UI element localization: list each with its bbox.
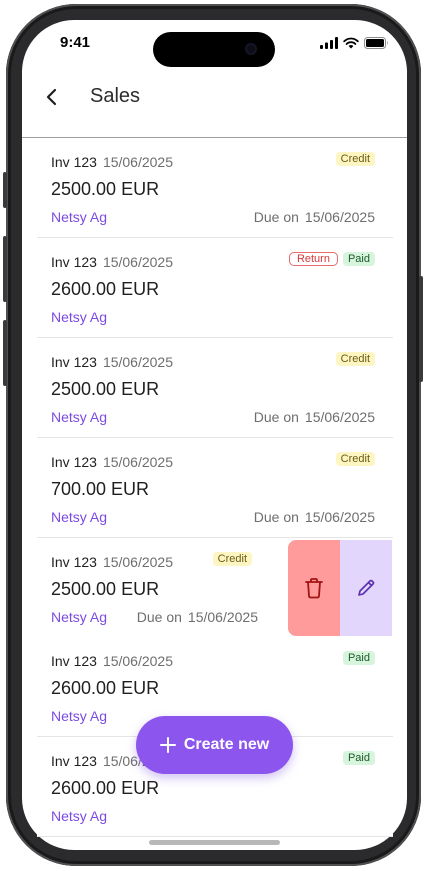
invoice-row-content[interactable]: Inv 123 15/06/2025 Credit 2500.00 EUR Netsy … — [37, 338, 393, 437]
due-label: Due on — [253, 209, 299, 225]
invoice-row-swiped[interactable]: Inv 123 15/06/2025 Credit 2500.00 EUR Netsy … — [37, 538, 393, 638]
invoice-date: 15/06/2025 — [102, 554, 174, 570]
action-button — [3, 172, 7, 208]
invoice-amount: 2600.00 EUR — [51, 778, 160, 798]
due-date: 15/06/2025 — [187, 609, 258, 625]
edit-button[interactable] — [340, 540, 392, 636]
company-name: Netsy Ag — [51, 509, 108, 525]
invoice-row[interactable]: Inv 123 15/06/2025 Credit 2500.00 EUR Netsy … — [37, 138, 393, 238]
invoice-header: Inv 123 15/06/2025 — [51, 454, 173, 470]
invoice-amount: 2600.00 EUR — [51, 678, 160, 698]
status-badges: Paid — [342, 751, 375, 765]
status-badges: Paid — [342, 651, 375, 665]
invoice-amount: 700.00 EUR — [51, 479, 150, 499]
battery-icon — [364, 37, 388, 49]
invoice-row-content[interactable]: Inv 123 15/06/2025 Credit 2500.00 EUR Netsy … — [37, 538, 288, 637]
credit-badge: Credit — [335, 152, 375, 166]
status-badges: Credit — [335, 152, 375, 166]
company-name: Netsy Ag — [51, 708, 108, 724]
due-info: Due on 15/06/2025 — [137, 609, 258, 625]
invoice-header: Inv 123 15/06/2025 — [51, 554, 173, 570]
due-label: Due on — [253, 509, 299, 525]
invoice-date: 15/06/2025 — [102, 154, 174, 170]
company-name: Netsy Ag — [51, 409, 108, 425]
page-title: Sales — [90, 85, 141, 107]
dynamic-island — [153, 32, 275, 67]
invoice-row-content[interactable]: Inv 123 15/06/2025 Credit 2500.00 EUR Netsy … — [37, 138, 393, 237]
invoice-number: Inv 123 — [51, 753, 97, 769]
create-new-label: Create new — [183, 736, 270, 753]
invoice-number: Inv 123 — [51, 653, 97, 669]
status-time: 9:41 — [60, 34, 91, 51]
invoice-number: Inv 123 — [51, 454, 97, 470]
status-badges: Credit — [335, 452, 375, 466]
invoice-number: Inv 123 — [51, 254, 97, 270]
invoice-date: 15/06/2025 — [102, 454, 174, 470]
return-badge: Return — [288, 252, 338, 266]
invoice-row[interactable]: Inv 123 15/06/2025 Credit 2500.00 EUR Netsy … — [37, 338, 393, 438]
signal-icon — [320, 37, 338, 49]
invoice-number: Inv 123 — [51, 554, 97, 570]
create-new-button[interactable]: Create new — [136, 716, 293, 774]
invoice-header: Inv 123 15/06/2025 — [51, 653, 173, 669]
invoice-header: Inv 123 15/06/2025 — [51, 154, 173, 170]
delete-button[interactable] — [288, 540, 340, 636]
paid-badge: Paid — [342, 252, 375, 266]
company-name: Netsy Ag — [51, 309, 108, 325]
status-badges: Return Paid — [288, 252, 375, 266]
invoice-amount: 2600.00 EUR — [51, 279, 160, 299]
company-name: Netsy Ag — [51, 808, 108, 824]
invoice-date: 15/06/2025 — [102, 354, 174, 370]
due-info: Due on 15/06/2025 — [254, 409, 375, 425]
due-date: 15/06/2025 — [304, 209, 375, 225]
invoice-number: Inv 123 — [51, 154, 97, 170]
due-date: 15/06/2025 — [304, 409, 375, 425]
due-date: 15/06/2025 — [304, 509, 375, 525]
status-badges: Credit — [335, 352, 375, 366]
camera-icon — [245, 43, 257, 55]
power-button — [419, 276, 423, 382]
plus-icon — [159, 737, 176, 753]
pencil-icon — [358, 579, 375, 596]
paid-badge: Paid — [342, 751, 375, 765]
invoice-amount: 2500.00 EUR — [51, 379, 160, 399]
credit-badge: Credit — [335, 452, 375, 466]
status-icons — [320, 36, 389, 50]
invoice-amount: 2500.00 EUR — [51, 179, 160, 199]
invoice-number: Inv 123 — [51, 354, 97, 370]
credit-badge: Credit — [335, 352, 375, 366]
invoice-header: Inv 123 15/06/2025 — [51, 254, 173, 270]
due-info: Due on 15/06/2025 — [254, 209, 375, 225]
wifi-icon — [343, 37, 359, 49]
company-name: Netsy Ag — [51, 609, 108, 625]
invoice-date: 15/06/2025 — [102, 653, 174, 669]
credit-badge: Credit — [212, 552, 252, 566]
status-badges: Credit — [212, 552, 252, 566]
invoice-amount: 2500.00 EUR — [51, 579, 160, 599]
paid-badge: Paid — [342, 651, 375, 665]
invoice-row[interactable]: Inv 123 15/06/2025 Return Paid 2600.00 EUR Ne… — [37, 238, 393, 338]
volume-down-button — [3, 320, 7, 386]
invoice-row-content[interactable]: Inv 123 15/06/2025 Credit 700.00 EUR Netsy A… — [37, 438, 393, 537]
invoice-date: 15/06/2025 — [102, 254, 174, 270]
chevron-left-icon — [46, 88, 57, 106]
home-indicator — [149, 840, 280, 845]
due-label: Due on — [136, 609, 182, 625]
invoice-row[interactable]: Inv 123 15/06/2025 Credit 700.00 EUR Netsy A… — [37, 438, 393, 538]
due-label: Due on — [253, 409, 299, 425]
due-info: Due on 15/06/2025 — [254, 509, 375, 525]
back-button[interactable] — [38, 83, 66, 111]
invoice-header: Inv 123 15/06/2025 — [51, 354, 173, 370]
invoice-row-content[interactable]: Inv 123 15/06/2025 Return Paid 2600.00 EUR Ne… — [37, 238, 393, 337]
company-name: Netsy Ag — [51, 209, 108, 225]
trash-icon — [305, 578, 323, 599]
app-header: Sales — [22, 70, 407, 138]
volume-up-button — [3, 236, 7, 302]
